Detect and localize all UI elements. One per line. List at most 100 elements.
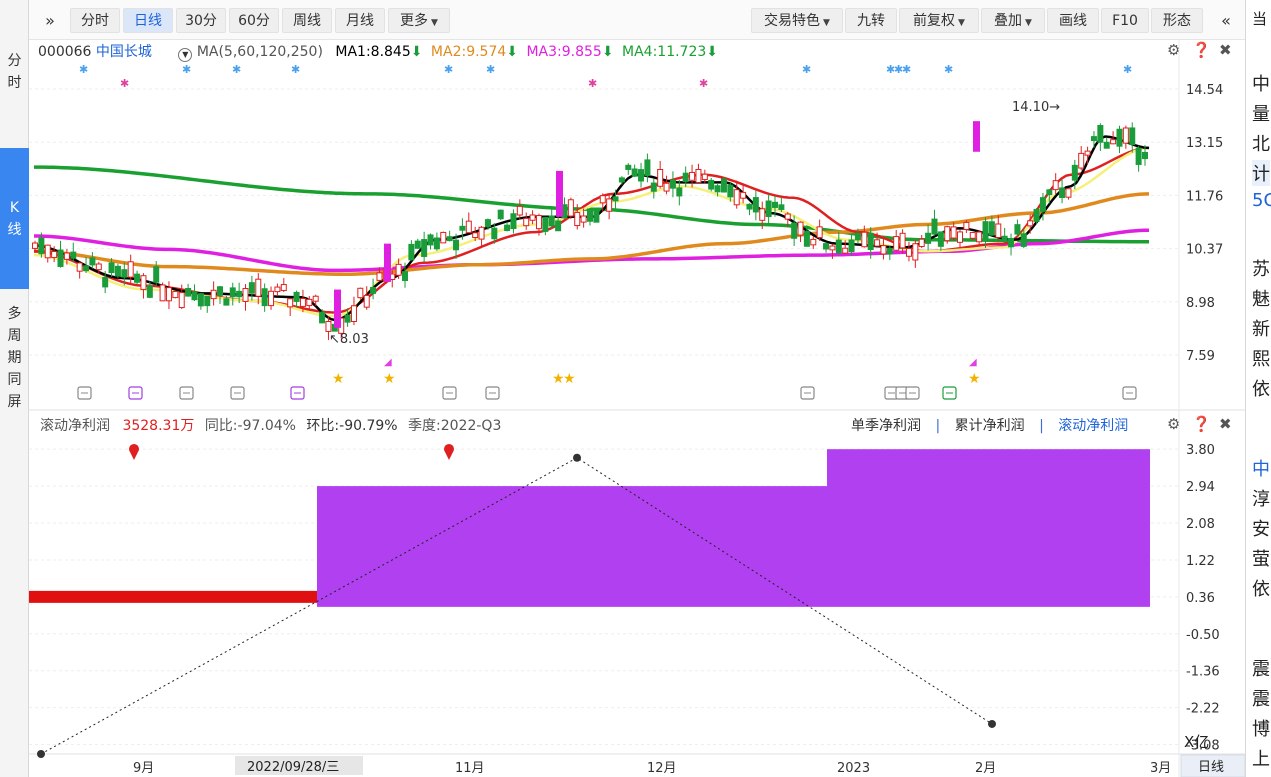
sub-axis-label: -2.22 (1186, 702, 1220, 717)
candle-up (1084, 150, 1091, 156)
candle-down (618, 177, 625, 183)
news-char[interactable]: 震 (1252, 655, 1270, 681)
candle-up (312, 295, 319, 302)
tab-kline[interactable]: K 线 (0, 148, 29, 289)
tab-fenshi[interactable]: 分 时 (0, 50, 29, 94)
candle-down (1039, 197, 1046, 212)
candle-down (70, 251, 77, 259)
candle-down (791, 222, 798, 239)
candle-up (740, 191, 747, 199)
tab-period-fenshi[interactable]: 分时 (70, 8, 120, 33)
tab-period-weekly[interactable]: 周线 (282, 8, 332, 33)
candle-down (925, 232, 932, 244)
caret-down-icon: ▼ (431, 18, 438, 28)
more-dropdown[interactable]: 更多 ▼ (388, 8, 450, 33)
news-char[interactable]: 中 (1252, 70, 1270, 96)
candle-up (178, 292, 185, 309)
overlay-label: 叠加 (994, 13, 1023, 29)
news-char[interactable]: 依 (1252, 575, 1270, 601)
news-char[interactable]: 安 (1252, 515, 1270, 541)
sub-axis-label: 3.80 (1186, 443, 1215, 458)
news-char[interactable]: 苏 (1252, 255, 1270, 281)
tab-period-monthly[interactable]: 月线 (335, 8, 385, 33)
candle-down (593, 210, 600, 223)
price-axis-label: 10.37 (1186, 243, 1223, 258)
tab-multi-char: 多 (7, 306, 22, 322)
candle-up (32, 242, 38, 249)
candle-down (83, 265, 90, 272)
adjust-label: 前复权 (913, 13, 956, 29)
news-char[interactable]: 上 (1252, 745, 1270, 771)
news-char[interactable]: 中 (1252, 455, 1270, 481)
candle-down (102, 277, 109, 288)
trading-features-label: 交易特色 (764, 13, 821, 29)
sub-axis-label: 0.36 (1186, 591, 1215, 606)
event-marker-icon: ✱ (79, 63, 88, 76)
news-char[interactable]: 萤 (1252, 545, 1270, 571)
double-chevron-right-icon[interactable]: » (33, 8, 67, 33)
news-char[interactable]: 5C (1252, 190, 1271, 211)
pattern-button[interactable]: 形态 (1151, 8, 1203, 33)
candle-up (478, 226, 485, 240)
location-pin-icon[interactable] (129, 444, 139, 460)
signal-candle (556, 170, 563, 217)
event-marker-icon: ✱ (291, 63, 300, 76)
candle-up (1065, 188, 1072, 198)
tab-period-30min[interactable]: 30分 (176, 8, 226, 33)
candle-down (1033, 208, 1040, 222)
candle-up (899, 232, 906, 249)
candle-down (453, 239, 460, 251)
candle-down (746, 203, 753, 210)
news-char[interactable]: 震 (1252, 685, 1270, 711)
price-high-mark: 14.10→ (1012, 100, 1060, 115)
candle-down (497, 209, 504, 220)
nine-turn-button[interactable]: 九转 (845, 8, 897, 33)
candle-down (676, 187, 683, 197)
chart-area: 000066 中国长城 ▼ MA(5,60,120,250) MA1:8.845… (29, 40, 1245, 777)
news-char[interactable]: 淳 (1252, 485, 1270, 511)
overlay-dropdown[interactable]: 叠加 ▼ (981, 8, 1045, 33)
candle-up (299, 298, 306, 307)
candle-down (491, 227, 498, 240)
draw-line-button[interactable]: 画线 (1047, 8, 1099, 33)
candle-down (433, 237, 440, 250)
news-char[interactable]: 魅 (1252, 285, 1270, 311)
candle-down (1014, 224, 1021, 235)
candle-up (51, 251, 58, 258)
news-char[interactable]: 新 (1252, 315, 1270, 341)
caret-down-icon: ▼ (1025, 18, 1032, 28)
tab-multi-char: 周 (7, 328, 22, 344)
f10-button[interactable]: F10 (1101, 8, 1149, 33)
double-chevron-left-icon[interactable]: « (1209, 8, 1243, 33)
candle-down (988, 221, 995, 236)
news-char[interactable]: 量 (1252, 100, 1270, 126)
candle-up (210, 289, 217, 300)
candle-down (134, 273, 141, 283)
news-char[interactable]: 熙 (1252, 345, 1270, 371)
tab-period-60min[interactable]: 60分 (229, 8, 279, 33)
price-axis-label: 8.98 (1186, 296, 1215, 311)
candle-down (644, 159, 651, 177)
sub-axis-label: -0.50 (1186, 628, 1220, 643)
candle-up (963, 221, 970, 230)
candle-down (484, 219, 491, 228)
location-pin-icon[interactable] (444, 443, 454, 460)
candle-down (114, 265, 121, 277)
news-char[interactable]: 北 (1252, 130, 1270, 156)
toolbar: » 分时 日线 30分 60分 周线 月线 更多 ▼ 交易特色 ▼ 九转 前复权 ▼ … (29, 0, 1245, 40)
adjust-dropdown[interactable]: 前复权 ▼ (899, 8, 979, 33)
news-char[interactable]: 计 (1252, 160, 1270, 186)
candle-up (523, 217, 530, 227)
news-char[interactable]: 依 (1252, 375, 1270, 401)
news-char[interactable]: 当 (1252, 8, 1267, 29)
tab-multi-period[interactable]: 多 周 期 同 屏 (0, 303, 29, 413)
trading-features-dropdown[interactable]: 交易特色 ▼ (751, 8, 843, 33)
news-char[interactable]: 博 (1252, 715, 1270, 741)
profit-bar (827, 449, 1150, 607)
candle-up (599, 195, 606, 204)
candle-up (268, 290, 275, 307)
candle-up (580, 215, 587, 223)
candle-down (587, 208, 593, 222)
tab-period-daily[interactable]: 日线 (123, 8, 173, 33)
candle-up (1110, 139, 1117, 145)
